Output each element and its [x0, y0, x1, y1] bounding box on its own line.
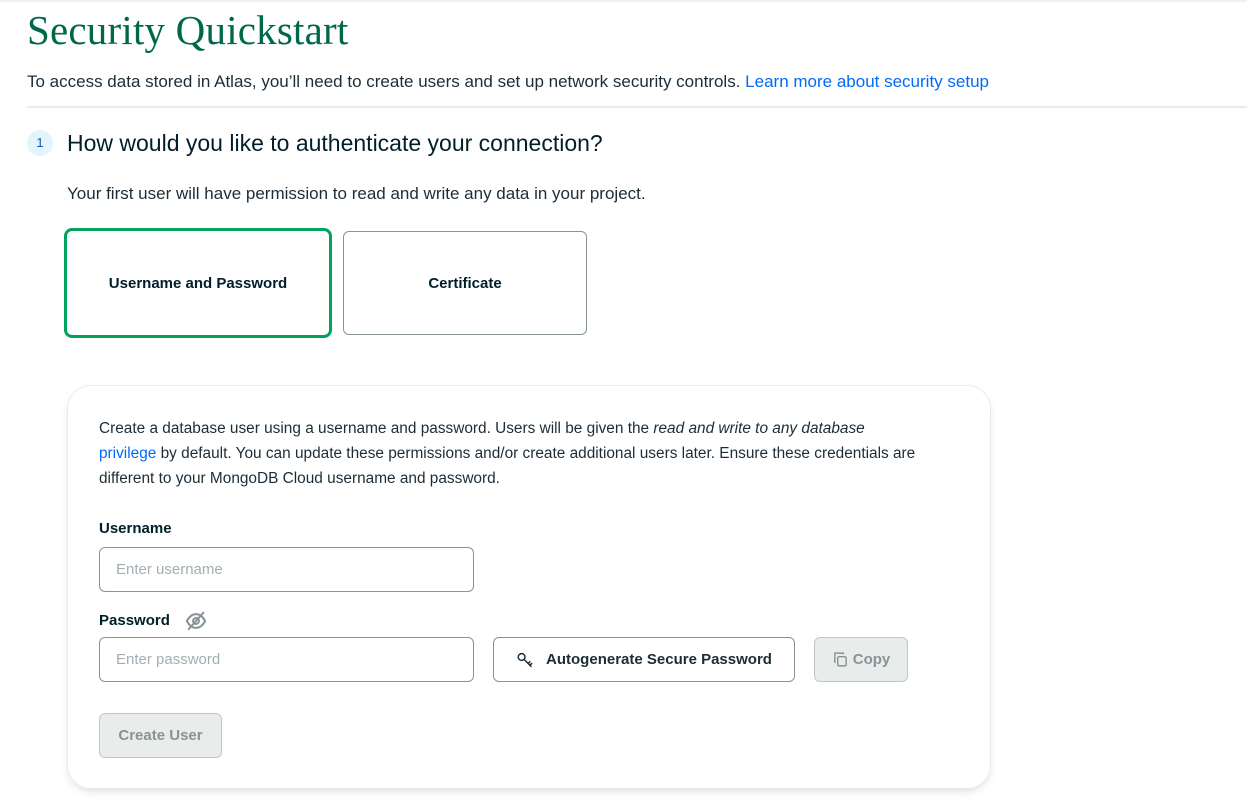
username-label: Username	[99, 520, 172, 537]
form-description: Create a database user using a username …	[99, 416, 969, 491]
step-title: How would you like to authenticate your …	[67, 130, 603, 156]
password-label: Password	[99, 612, 170, 629]
step-description: Your first user will have permission to …	[67, 184, 646, 203]
password-input[interactable]	[99, 637, 474, 682]
copy-label: Copy	[852, 651, 891, 668]
security-setup-link[interactable]: Learn more about security setup	[745, 72, 989, 91]
key-icon	[516, 651, 534, 669]
username-input[interactable]	[99, 547, 474, 592]
top-strip	[0, 0, 1247, 2]
autogenerate-password-button[interactable]: Autogenerate Secure Password	[493, 637, 795, 682]
step-number-badge: 1	[27, 130, 53, 156]
autogenerate-password-label: Autogenerate Secure Password	[546, 651, 772, 668]
auth-option-certificate[interactable]: Certificate	[343, 231, 587, 335]
copy-button[interactable]: Copy	[814, 637, 908, 682]
user-form-panel: Create a database user using a username …	[67, 385, 991, 789]
copy-icon	[832, 651, 849, 668]
form-description-part2: by default. You can update these permiss…	[99, 445, 916, 487]
page-title: Security Quickstart	[27, 7, 349, 53]
intro-text: To access data stored in Atlas, you’ll n…	[27, 71, 989, 93]
form-description-part1: Create a database user using a username …	[99, 420, 654, 437]
create-user-button[interactable]: Create User	[99, 713, 222, 758]
intro-text-body: To access data stored in Atlas, you’ll n…	[27, 72, 741, 91]
auth-option-label: Certificate	[428, 274, 502, 292]
auth-option-label: Username and Password	[108, 274, 288, 292]
form-description-italic: read and write to any database	[653, 420, 865, 437]
privilege-link[interactable]: privilege	[99, 445, 156, 462]
eye-slash-icon[interactable]	[185, 610, 207, 632]
auth-option-username-password[interactable]: Username and Password	[64, 228, 332, 338]
header-divider	[27, 106, 1247, 108]
